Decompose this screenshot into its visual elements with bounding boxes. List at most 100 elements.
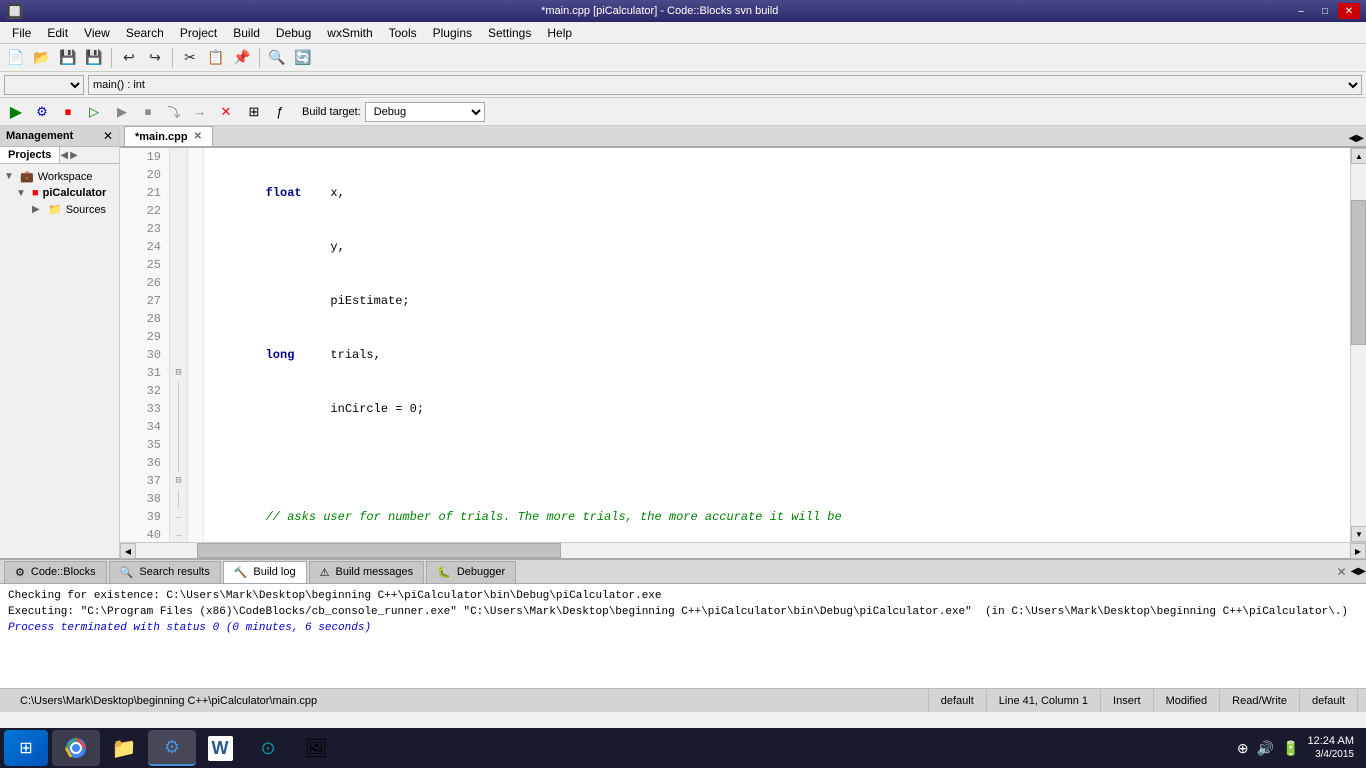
debug-next-button[interactable]: → bbox=[188, 100, 212, 124]
picalculator-icon: ■ bbox=[32, 187, 39, 199]
menu-file[interactable]: File bbox=[4, 24, 39, 42]
minimize-button[interactable]: – bbox=[1290, 3, 1312, 19]
log-line-1: Checking for existence: C:\Users\Mark\De… bbox=[8, 588, 1358, 604]
tab-nav-prev[interactable]: ◀ bbox=[1349, 133, 1357, 144]
editor-tab-label: *main.cpp bbox=[135, 131, 188, 143]
sidebar-title: Management bbox=[6, 130, 73, 142]
tab-nav-next[interactable]: ▶ bbox=[1356, 133, 1364, 144]
debug-step-button[interactable]: ⤵ bbox=[162, 100, 186, 124]
code-editor[interactable]: 19 20 21 22 23 24 25 26 27 28 29 30 31 3… bbox=[120, 148, 1350, 542]
marker-38 bbox=[188, 490, 203, 508]
taskbar-photos[interactable]: 🖼 bbox=[292, 730, 340, 766]
copy-button[interactable]: 📋 bbox=[204, 46, 228, 70]
vertical-scrollbar[interactable]: ▲ ▼ bbox=[1350, 148, 1366, 542]
tree-item-picalculator[interactable]: ▼ ■ piCalculator bbox=[0, 185, 119, 201]
sidebar-tab-projects[interactable]: Projects bbox=[0, 147, 60, 163]
run-button[interactable]: ▷ bbox=[82, 100, 106, 124]
separator bbox=[111, 48, 112, 68]
start-button[interactable]: ⊞ bbox=[4, 730, 48, 766]
bottom-nav-next[interactable]: ▶ bbox=[1358, 566, 1366, 577]
function-bar: main() : int bbox=[0, 72, 1366, 98]
save-button[interactable]: 💾 bbox=[56, 46, 80, 70]
build-run-button[interactable]: ▶ bbox=[4, 100, 28, 124]
code-line-23: inCircle = 0; bbox=[208, 400, 1346, 418]
build-button[interactable]: ⚙ bbox=[30, 100, 54, 124]
taskbar: ⊞ 📁 ⚙ W ⊙ 🖼 ⊕ 🔊 🔋 12:24 AM 3/4/2015 bbox=[0, 728, 1366, 768]
marker-33 bbox=[188, 400, 203, 418]
code-line-21: piEstimate; bbox=[208, 292, 1346, 310]
horizontal-scrollbar[interactable]: ◀ ▶ bbox=[120, 542, 1366, 558]
bottom-panel-close[interactable]: ✕ bbox=[1337, 565, 1347, 579]
paste-button[interactable]: 📌 bbox=[230, 46, 254, 70]
tree-item-sources[interactable]: ▶ 📁 Sources bbox=[0, 201, 119, 218]
maximize-button[interactable]: □ bbox=[1314, 3, 1336, 19]
menu-view[interactable]: View bbox=[76, 24, 118, 42]
menu-debug[interactable]: Debug bbox=[268, 24, 319, 42]
expander-picalculator: ▼ bbox=[16, 188, 28, 199]
editor-tab-main-cpp[interactable]: *main.cpp ✕ bbox=[124, 126, 213, 146]
scope-selector[interactable] bbox=[4, 75, 84, 95]
tray-datetime[interactable]: 12:24 AM 3/4/2015 bbox=[1308, 734, 1354, 762]
sidebar-nav-next[interactable]: ▶ bbox=[70, 150, 78, 161]
menu-tools[interactable]: Tools bbox=[381, 24, 425, 42]
scroll-right-button[interactable]: ▶ bbox=[1350, 543, 1366, 559]
find-button[interactable]: 🔍 bbox=[265, 46, 289, 70]
marker-31 bbox=[188, 364, 203, 382]
main-layout: Management ✕ Projects ◀ ▶ ▼ 💼 Workspace … bbox=[0, 126, 1366, 558]
extra-btn2[interactable]: ƒ bbox=[268, 100, 292, 124]
bottom-tab-codeblocks[interactable]: ⚙ Code::Blocks bbox=[4, 561, 107, 583]
debug-stop-button[interactable]: ⏹ bbox=[136, 100, 160, 124]
bottom-tab-debugger[interactable]: 🐛 Debugger bbox=[426, 561, 516, 583]
scroll-up-button[interactable]: ▲ bbox=[1351, 148, 1366, 164]
menu-search[interactable]: Search bbox=[118, 24, 172, 42]
bottom-nav-prev[interactable]: ◀ bbox=[1351, 566, 1359, 577]
window-title: *main.cpp [piCalculator] - Code::Blocks … bbox=[29, 5, 1290, 17]
marker-23 bbox=[188, 220, 203, 238]
cut-button[interactable]: ✂ bbox=[178, 46, 202, 70]
taskbar-word[interactable]: W bbox=[196, 730, 244, 766]
taskbar-arduino[interactable]: ⊙ bbox=[244, 730, 292, 766]
code-content[interactable]: float x, y, piEstimate; long trials, inC… bbox=[204, 148, 1350, 542]
scroll-thumb[interactable] bbox=[1351, 200, 1366, 345]
tree-item-workspace[interactable]: ▼ 💼 Workspace bbox=[0, 168, 119, 185]
bottom-tab-build-log[interactable]: 🔨 Build log bbox=[223, 561, 307, 583]
tray-volume-icon: 🔊 bbox=[1257, 740, 1274, 757]
expander-workspace: ▼ bbox=[4, 171, 16, 182]
menu-edit[interactable]: Edit bbox=[39, 24, 76, 42]
menu-wxsmith[interactable]: wxSmith bbox=[319, 24, 380, 42]
bottom-tab-search-results[interactable]: 🔍 Search results bbox=[109, 561, 221, 583]
fold-31[interactable]: ⊟ bbox=[170, 364, 187, 382]
open-button[interactable]: 📂 bbox=[30, 46, 54, 70]
taskbar-chrome[interactable] bbox=[52, 730, 100, 766]
sidebar-nav-prev[interactable]: ◀ bbox=[60, 150, 68, 161]
scroll-left-button[interactable]: ◀ bbox=[120, 543, 136, 559]
sidebar-close-button[interactable]: ✕ bbox=[103, 129, 113, 143]
menu-help[interactable]: Help bbox=[539, 24, 580, 42]
menu-plugins[interactable]: Plugins bbox=[425, 24, 480, 42]
fold-37[interactable]: ⊟ bbox=[170, 472, 187, 490]
stop-button[interactable]: ⏹ bbox=[56, 100, 80, 124]
word-icon: W bbox=[208, 736, 233, 761]
close-button[interactable]: ✕ bbox=[1338, 3, 1360, 19]
new-button[interactable]: 📄 bbox=[4, 46, 28, 70]
bottom-tab-build-messages[interactable]: ⚠ Build messages bbox=[309, 561, 425, 583]
taskbar-files[interactable]: 📁 bbox=[100, 730, 148, 766]
replace-button[interactable]: 🔄 bbox=[291, 46, 315, 70]
scroll-down-button[interactable]: ▼ bbox=[1351, 526, 1366, 542]
marker-39 bbox=[188, 508, 203, 526]
debug-start-button[interactable]: ▶ bbox=[110, 100, 134, 124]
debug-x-button[interactable]: ✕ bbox=[214, 100, 238, 124]
horiz-scroll-thumb[interactable] bbox=[197, 543, 561, 558]
function-selector[interactable]: main() : int bbox=[88, 75, 1362, 95]
undo-button[interactable]: ↩ bbox=[117, 46, 141, 70]
save-all-button[interactable]: 💾 bbox=[82, 46, 106, 70]
taskbar-codeblocks[interactable]: ⚙ bbox=[148, 730, 196, 766]
editor-tab-close[interactable]: ✕ bbox=[194, 131, 202, 142]
status-modified: Modified bbox=[1154, 689, 1221, 712]
menu-settings[interactable]: Settings bbox=[480, 24, 539, 42]
extra-btn1[interactable]: ⊞ bbox=[242, 100, 266, 124]
build-target-selector[interactable]: Debug bbox=[365, 102, 485, 122]
redo-button[interactable]: ↪ bbox=[143, 46, 167, 70]
menu-build[interactable]: Build bbox=[225, 24, 268, 42]
menu-project[interactable]: Project bbox=[172, 24, 225, 42]
